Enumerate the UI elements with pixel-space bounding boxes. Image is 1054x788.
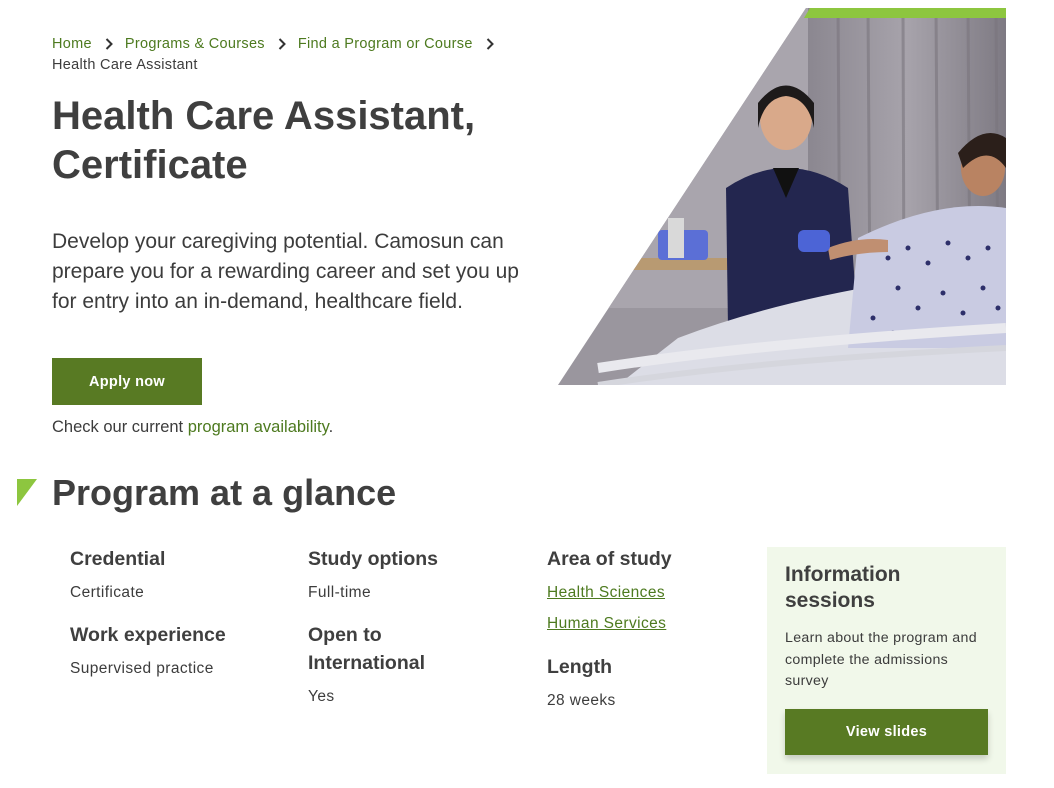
breadcrumb-home-link[interactable]: Home — [52, 36, 92, 52]
green-flag-icon — [17, 479, 37, 511]
international-label-line1: Open to — [308, 624, 382, 646]
hero-image — [558, 8, 1006, 385]
apply-now-button[interactable]: Apply now — [52, 358, 202, 405]
international-label: Open to International — [308, 621, 438, 677]
page-title: Health Care Assistant, Certificate — [52, 92, 532, 190]
view-slides-button[interactable]: View slides — [785, 709, 988, 755]
human-services-link[interactable]: Human Services — [547, 614, 672, 634]
study-options-value: Full-time — [308, 584, 372, 601]
page-title-line1: Health Care Assistant, — [52, 94, 476, 138]
availability-suffix: . — [328, 418, 334, 436]
chevron-right-icon — [278, 38, 286, 50]
chevron-right-icon — [105, 38, 113, 50]
length-value: 28 weeks — [547, 692, 616, 709]
availability-prefix: Check our current — [52, 418, 188, 436]
facts-column-2: Study options Full-time Open to Internat… — [308, 545, 438, 707]
facts-column-3: Area of study Health Sciences Human Serv… — [547, 545, 672, 711]
page-title-line2: Certificate — [52, 143, 248, 187]
breadcrumb-programs-link[interactable]: Programs & Courses — [125, 36, 265, 52]
program-availability-link[interactable]: program availability — [188, 418, 329, 436]
breadcrumb-find-program-link[interactable]: Find a Program or Course — [298, 36, 473, 52]
study-options-label: Study options — [308, 548, 438, 570]
info-sessions-box: Information sessions Learn about the pro… — [767, 547, 1006, 774]
intro-text: Develop your caregiving potential. Camos… — [52, 230, 519, 313]
info-sessions-title-line1: Information — [785, 563, 901, 586]
international-label-line2: International — [308, 652, 426, 674]
info-sessions-title-line2: sessions — [785, 589, 875, 612]
work-experience-label: Work experience — [70, 624, 226, 646]
credential-value: Certificate — [70, 584, 145, 601]
area-of-study-label: Area of study — [547, 548, 672, 570]
international-value: Yes — [308, 688, 335, 705]
info-sessions-text: Learn about the program and complete the… — [785, 630, 977, 689]
credential-label: Credential — [70, 548, 166, 570]
info-sessions-title: Information sessions — [785, 562, 901, 614]
length-label: Length — [547, 656, 612, 678]
breadcrumb-current: Health Care Assistant — [52, 57, 198, 73]
section-title-glance: Program at a glance — [52, 472, 397, 513]
chevron-right-icon — [486, 38, 494, 50]
breadcrumb: Home Programs & Courses Find a Program or … — [52, 34, 552, 76]
health-sciences-link[interactable]: Health Sciences — [547, 583, 672, 603]
work-experience-value: Supervised practice — [70, 660, 214, 677]
facts-column-1: Credential Certificate Work experience S… — [70, 545, 226, 679]
availability-text: Check our current program availability. — [52, 418, 333, 437]
